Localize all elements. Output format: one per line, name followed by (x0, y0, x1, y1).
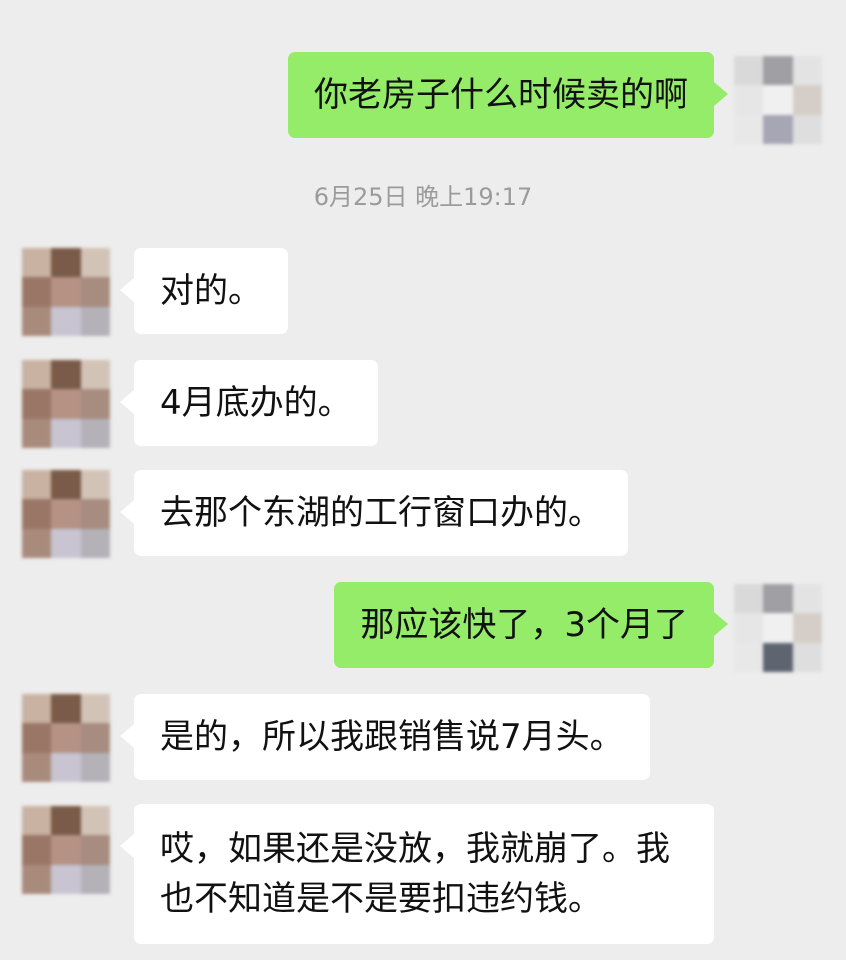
avatar-icon[interactable] (22, 248, 110, 336)
message-bubble-incoming[interactable]: 是的，所以我跟销售说7月头。 (120, 694, 650, 780)
message-bubble-outgoing[interactable]: 你老房子什么时候卖的啊 (288, 52, 728, 138)
avatar-icon[interactable] (22, 470, 110, 558)
message-bubble-incoming[interactable]: 去那个东湖的工行窗口办的。 (120, 470, 628, 556)
avatar-icon[interactable] (734, 584, 822, 672)
message-bubble-incoming[interactable]: 对的。 (120, 248, 288, 334)
message-bubble-outgoing[interactable]: 那应该快了，3个月了 (334, 582, 728, 668)
message-timestamp: 6月25日 晚上19:17 (313, 183, 533, 211)
avatar-icon[interactable] (22, 694, 110, 782)
avatar-icon[interactable] (734, 56, 822, 144)
message-bubble-incoming[interactable]: 哎，如果还是没放，我就崩了。我也不知道是不是要扣违约钱。 (120, 804, 714, 944)
avatar-icon[interactable] (22, 806, 110, 894)
avatar-icon[interactable] (22, 360, 110, 448)
message-bubble-incoming[interactable]: 4月底办的。 (120, 360, 378, 446)
